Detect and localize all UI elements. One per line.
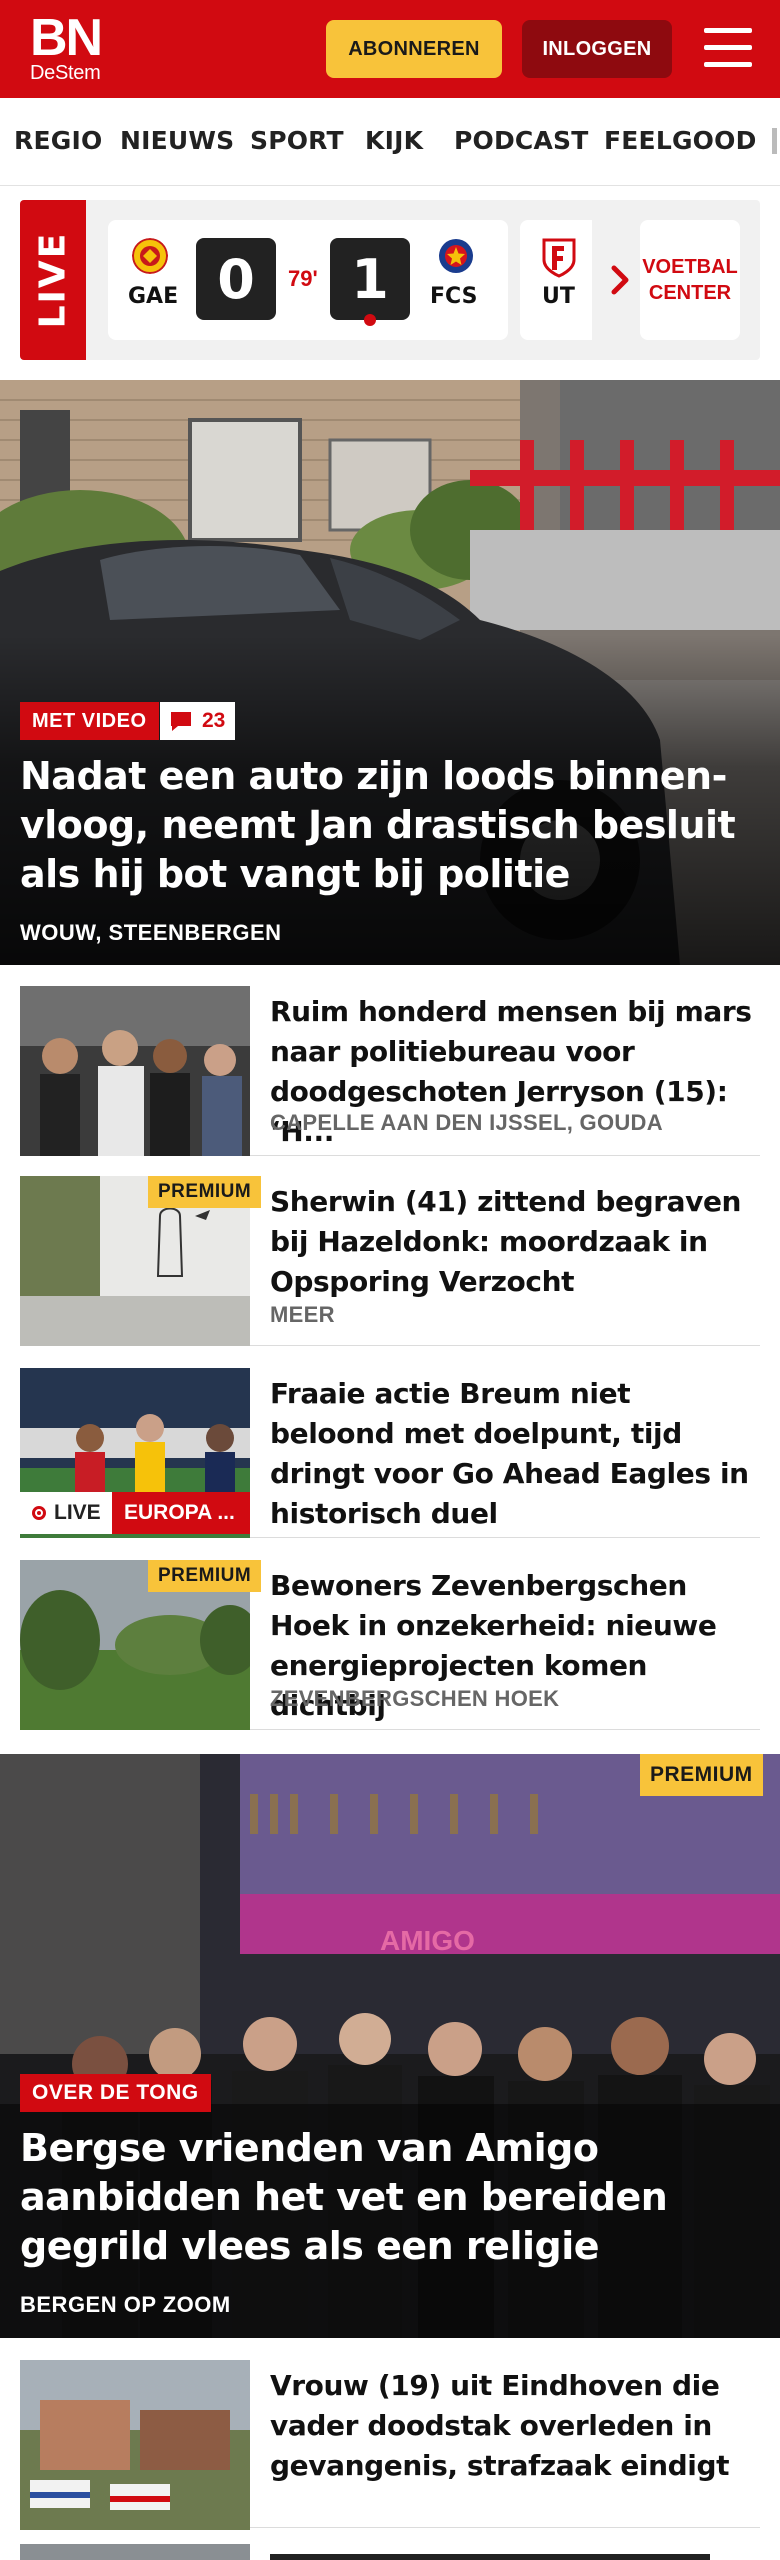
live-label-text: LIVE	[54, 1501, 101, 1524]
section-nav: REGIO NIEUWS SPORT KIJK PODCAST FEELGOOD	[0, 98, 780, 186]
featured-title[interactable]: Bergse vrienden van Amigo aanbidden het …	[20, 2124, 770, 2271]
live-scores-strip: LIVE GAE 0 79' 1 FCS UT VOETBAL CENTER	[20, 200, 760, 360]
premium-badge: PREMIUM	[148, 1560, 262, 1592]
live-label: LIVE	[20, 1492, 112, 1534]
live-indicator-dot	[364, 314, 376, 326]
comment-icon	[171, 712, 191, 731]
featured-location: BERGEN OP ZOOM	[20, 2292, 231, 2317]
logo-main-text: BN	[30, 9, 103, 67]
competition-label: EUROPA ...	[112, 1492, 250, 1534]
live-tag-label: LIVE	[32, 231, 74, 329]
home-score: 0	[196, 238, 276, 320]
away-team-code: FCS	[430, 284, 478, 309]
article-location: ZEVENBERGSCHEN HOEK	[270, 1686, 560, 1711]
article-title[interactable]: Fraaie actie Breum niet beloond met doel…	[270, 1374, 760, 1534]
article-item[interactable]: PREMIUM Bewoners Zevenbergschen Hoek in …	[20, 1552, 760, 1730]
hero-title[interactable]: Nadat een auto zijn loods binnen­vloog, …	[20, 752, 765, 899]
comment-count: 23	[202, 709, 226, 732]
live-dot-icon	[32, 1506, 46, 1520]
article-title[interactable]: Vrouw (19) uit Eindhoven die vader doods…	[270, 2366, 760, 2486]
featured-article[interactable]: AMIGO PREMIUM OVER DE TONG Bergse vriend…	[0, 1754, 780, 2338]
away-score: 1	[330, 238, 410, 320]
hamburger-menu-icon[interactable]	[700, 26, 754, 70]
partial-thumbnail	[20, 2544, 250, 2560]
article-title[interactable]: Sherwin (41) zittend begraven bij Hazeld…	[270, 1182, 760, 1302]
next-match-team-code: UT	[542, 284, 575, 309]
article-item[interactable]: Vrouw (19) uit Eindhoven die vader doods…	[20, 2352, 760, 2530]
nav-item-podcast[interactable]: PODCAST	[454, 126, 588, 155]
nav-item-nieuws[interactable]: NIEUWS	[120, 126, 234, 155]
subscribe-button[interactable]: ABONNEREN	[326, 20, 502, 78]
nav-item-kijk[interactable]: KIJK	[365, 126, 423, 155]
article-section: MEER	[270, 1302, 335, 1327]
article-item[interactable]: PREMIUM Sherwin (41) zittend begraven bi…	[20, 1168, 760, 1346]
site-logo[interactable]: BN DeStem	[30, 9, 103, 84]
article-item[interactable]: LIVE EUROPA ... Fraaie actie Breum niet …	[20, 1360, 760, 1538]
hero-location: WOUW, STEENBERGEN	[20, 920, 282, 945]
partial-article-title	[270, 2546, 750, 2560]
go-ahead-eagles-logo-icon	[132, 238, 168, 274]
premium-badge: PREMIUM	[640, 1754, 763, 1796]
article-location: CAPELLE AAN DEN IJSSEL, GOUDA	[270, 1110, 663, 1135]
nav-overflow-indicator	[772, 128, 777, 154]
top-header: BN DeStem ABONNEREN INLOGGEN	[0, 0, 780, 98]
logo-sub-text: DeStem	[30, 62, 101, 84]
live-match-card[interactable]: GAE 0 79' 1 FCS	[108, 220, 508, 340]
section-badge: OVER DE TONG	[20, 2074, 211, 2112]
premium-badge: PREMIUM	[148, 1176, 262, 1208]
video-badge: MET VIDEO	[20, 702, 159, 740]
nav-item-sport[interactable]: SPORT	[250, 126, 344, 155]
home-team-code: GAE	[128, 284, 179, 309]
nav-item-regio[interactable]: REGIO	[14, 126, 102, 155]
comments-badge[interactable]: 23	[160, 702, 236, 740]
article-item[interactable]: Ruim honderd mensen bij mars naar politi…	[20, 978, 760, 1156]
fcsb-logo-icon	[439, 239, 473, 273]
voetbal-center-link[interactable]: VOETBAL CENTER	[640, 220, 740, 340]
match-minute: 79'	[288, 266, 318, 291]
article-thumbnail	[20, 2360, 250, 2530]
hero-article[interactable]: MET VIDEO 23 Nadat een auto zijn loods b…	[0, 380, 780, 965]
article-thumbnail	[20, 986, 250, 1156]
nav-item-feelgood[interactable]: FEELGOOD	[604, 126, 757, 155]
next-match-card[interactable]: UT	[520, 220, 592, 340]
live-tag: LIVE	[20, 200, 86, 360]
login-button[interactable]: INLOGGEN	[522, 20, 672, 78]
fc-utrecht-logo-icon	[542, 238, 576, 278]
svg-text:AMIGO: AMIGO	[380, 1925, 475, 1956]
chevron-right-icon[interactable]	[598, 258, 642, 302]
